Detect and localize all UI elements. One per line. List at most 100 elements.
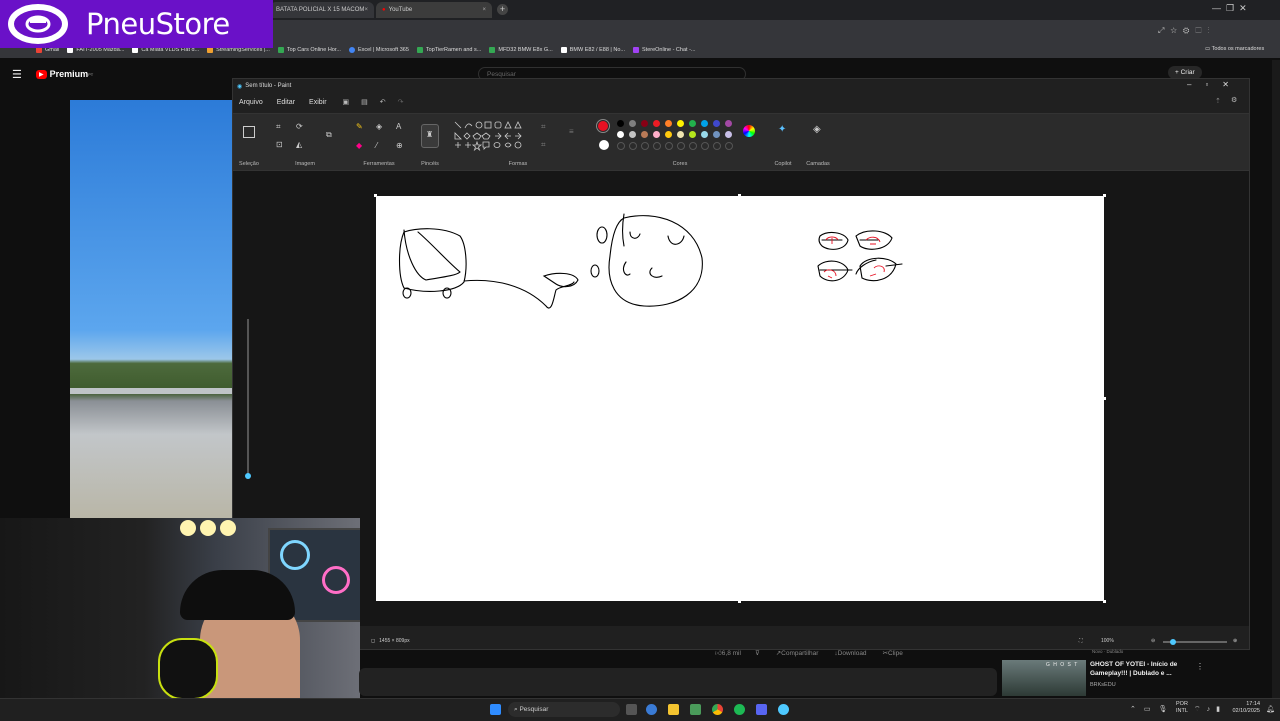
color-picker-icon[interactable]: ⁄ (376, 142, 377, 150)
empty-swatch[interactable] (629, 142, 637, 150)
spotify-icon[interactable] (734, 704, 745, 715)
empty-swatch[interactable] (677, 142, 685, 150)
color-swatch[interactable] (641, 120, 648, 127)
tab-batata[interactable]: BATATA POLICIAL X 15 MACOM × (270, 2, 374, 18)
shapes-gallery[interactable] (453, 119, 533, 159)
resize-handle[interactable] (1103, 600, 1106, 603)
secondary-color[interactable] (599, 140, 609, 150)
menu-arquivo[interactable]: Arquivo (239, 99, 263, 106)
crop-icon[interactable]: ⌗ (276, 123, 281, 131)
bookmark-6[interactable]: Excel | Microsoft 365 (348, 47, 409, 53)
new-tab-button[interactable]: + (497, 4, 508, 15)
menu-exibir[interactable]: Exibir (309, 99, 327, 106)
window-controls[interactable]: –▫✕ (1187, 80, 1243, 89)
close-icon[interactable]: × (364, 7, 368, 13)
empty-swatch[interactable] (665, 142, 673, 150)
color-swatch[interactable] (629, 131, 636, 138)
empty-swatch[interactable] (641, 142, 649, 150)
brush-size-slider[interactable] (247, 319, 249, 479)
resize-handle[interactable] (738, 600, 741, 603)
all-bookmarks[interactable]: ▭ Todos os marcadores (1205, 46, 1264, 52)
color-swatch[interactable] (665, 120, 672, 127)
color-swatch[interactable] (701, 120, 708, 127)
magnifier-icon[interactable]: ⊕ (396, 142, 403, 150)
color-swatch[interactable] (629, 120, 636, 127)
color-swatch[interactable] (677, 120, 684, 127)
share-icon[interactable]: ⇡ (1215, 97, 1221, 105)
bookmark-8[interactable]: MFD32 BMW E8x G... (489, 47, 553, 53)
undo-icon[interactable]: ↶ (380, 98, 386, 106)
fill-icon[interactable]: ◈ (376, 123, 382, 131)
network-volume-battery-icons[interactable]: ⌔♪▮ (1194, 705, 1226, 714)
rotate-icon[interactable]: ⟳ (296, 123, 303, 131)
language-indicator[interactable]: POR INTL (1176, 701, 1188, 715)
color-swatch[interactable] (713, 131, 720, 138)
bookmark-5[interactable]: Top Cars Online Hor... (277, 47, 341, 53)
clock[interactable]: 17:14 02/10/2025 (1226, 701, 1260, 715)
shape-size-icon[interactable]: ≡ (569, 128, 574, 136)
suggested-title[interactable]: GHOST OF YOTEI - Início de Gameplay!!! |… (1090, 660, 1200, 678)
video-player[interactable] (70, 100, 235, 518)
flip-icon[interactable]: ◭ (296, 141, 302, 149)
zoom-out-icon[interactable]: ⊖ (1151, 638, 1155, 644)
window-controls[interactable]: — ❐ ✕ (1212, 3, 1247, 14)
suggested-video[interactable]: G H O S T GHOST OF YOTEI - Início de Gam… (1000, 649, 1210, 696)
redo-icon[interactable]: ↷ (398, 98, 404, 106)
save-icon[interactable]: ▣ (343, 98, 350, 106)
bookmark-9[interactable]: BMW E82 / E88 | No... (560, 47, 625, 53)
eraser-icon[interactable]: ◆ (356, 142, 362, 150)
menu-editar[interactable]: Editar (277, 99, 295, 106)
resize-handle[interactable] (1103, 397, 1106, 400)
resize-icon[interactable]: ⊡ (276, 141, 283, 149)
zoom-in-icon[interactable]: ⊕ (1233, 638, 1237, 644)
bookmark-7[interactable]: TopTierRamen and s... (416, 47, 481, 53)
store-icon[interactable] (690, 704, 701, 715)
tab-youtube[interactable]: ● YouTube × (376, 2, 492, 18)
description-box[interactable] (359, 668, 997, 696)
color-swatch[interactable] (725, 120, 732, 127)
new-icon[interactable]: ▤ (361, 98, 368, 106)
primary-color[interactable] (596, 119, 610, 133)
zoom-slider-thumb[interactable] (1170, 639, 1176, 645)
close-icon[interactable]: × (482, 7, 486, 13)
brush-button[interactable]: ♜ (421, 124, 439, 148)
color-swatch[interactable] (641, 131, 648, 138)
task-view-icon[interactable] (626, 704, 637, 715)
fill-shape-icon[interactable]: ⌗ (541, 141, 546, 149)
edit-colors-icon[interactable] (743, 125, 755, 137)
page-scrollbar[interactable] (1272, 60, 1280, 700)
empty-swatch[interactable] (713, 142, 721, 150)
color-swatch[interactable] (713, 120, 720, 127)
text-icon[interactable]: A (396, 123, 401, 131)
like-icon[interactable]: 👍︎ (715, 649, 722, 657)
color-swatch[interactable] (701, 131, 708, 138)
suggested-channel[interactable]: BRKsEDU (1090, 682, 1116, 688)
color-swatch[interactable] (689, 120, 696, 127)
notifications-icon[interactable]: 🔔︎ (1266, 705, 1275, 713)
color-swatch[interactable] (653, 131, 660, 138)
tray-icons[interactable]: ⌃▭🎙︎ (1130, 705, 1175, 713)
zoom-level[interactable]: 100% (1101, 638, 1114, 644)
file-explorer-icon[interactable] (668, 704, 679, 715)
brush-size-thumb[interactable] (245, 473, 251, 479)
windows-start-icon[interactable] (490, 704, 501, 715)
pencil-icon[interactable]: ✎ (356, 123, 363, 131)
chrome-icon[interactable] (712, 704, 723, 715)
empty-swatch[interactable] (701, 142, 709, 150)
color-swatch[interactable] (665, 131, 672, 138)
empty-swatch[interactable] (725, 142, 733, 150)
color-swatch[interactable] (677, 131, 684, 138)
bookmark-10[interactable]: StereOnline - Chat -... (633, 47, 696, 53)
copilot-taskbar-icon[interactable] (646, 704, 657, 715)
drawing-canvas[interactable] (374, 194, 1106, 603)
empty-swatch[interactable] (653, 142, 661, 150)
color-swatch[interactable] (725, 131, 732, 138)
color-swatch[interactable] (653, 120, 660, 127)
color-swatch[interactable] (617, 120, 624, 127)
fit-icon[interactable]: ⛶ (1079, 638, 1083, 644)
color-swatch[interactable] (689, 131, 696, 138)
color-swatch[interactable] (617, 131, 624, 138)
resize-handle[interactable] (374, 194, 377, 197)
menu-icon[interactable]: ☰ (12, 68, 22, 81)
settings-icon[interactable]: ⚙ (1231, 96, 1237, 104)
